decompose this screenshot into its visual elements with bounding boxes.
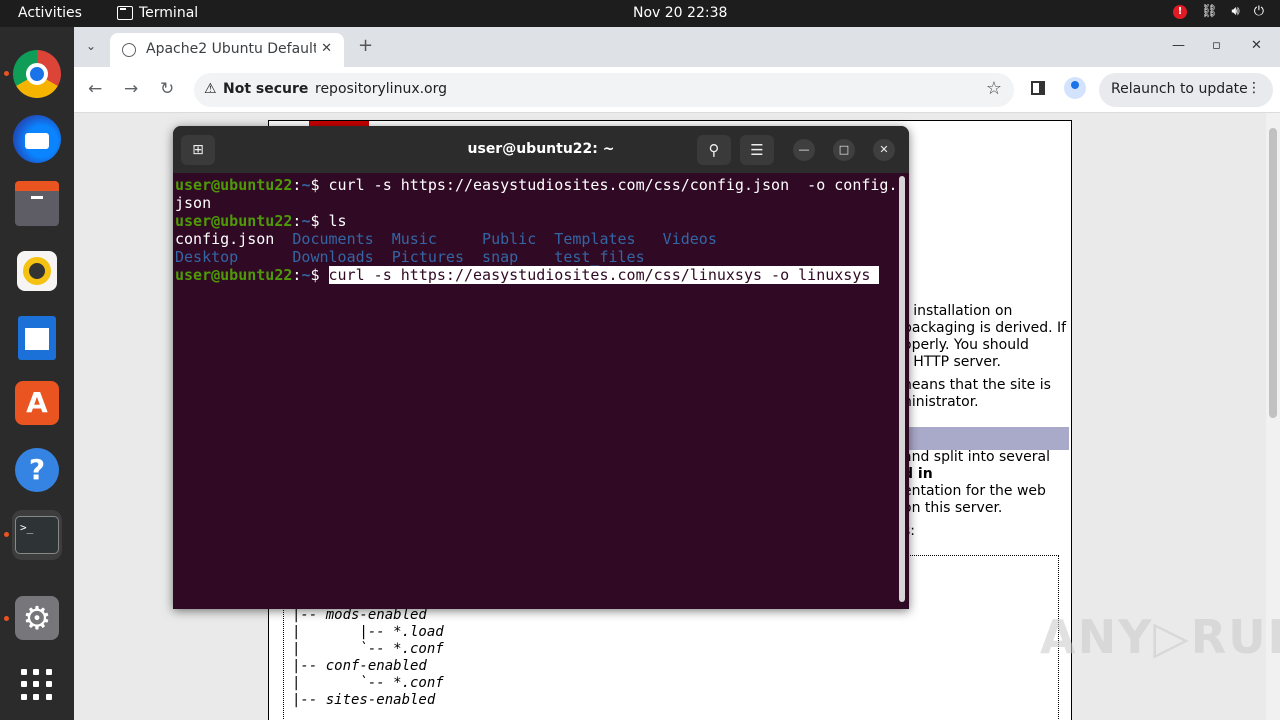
section-header-band [903,427,1069,450]
terminal-app-icon [117,6,133,20]
relaunch-label: Relaunch to update [1111,81,1248,97]
tab-apache-default[interactable]: Apache2 Ubuntu Default Page: It works ✕ [110,33,344,67]
reload-icon[interactable]: ↻ [160,79,174,99]
app-grid-icon [21,669,53,701]
address-bar[interactable]: ⚠ Not secure repositorylinux.org ☆ [194,73,1014,107]
terminal-output[interactable]: user@ubuntu22:~$ curl -s https://easystu… [175,176,901,284]
top-bar: Activities Terminal Nov 20 22:38 ! ⛓ 🔊︎ … [0,0,1280,27]
terminal-line: user@ubuntu22:~$ curl -s https://easystu… [175,176,898,194]
files-icon [15,181,59,226]
maximize-icon[interactable]: ▫ [1212,38,1221,53]
dock-software-store[interactable]: A [12,378,62,428]
terminal-line: json [175,194,212,212]
forward-icon[interactable]: → [124,79,138,99]
chrome-icon [13,50,61,98]
terminal-line: user@ubuntu22:~$ ls [175,212,347,230]
anyrun-watermark: ANY▷RUN [1040,610,1280,664]
selected-command: curl -s https://easystudiosites.com/css/… [328,266,880,284]
thunderbird-icon [13,115,61,163]
power-icon[interactable]: ⏻ [1254,4,1264,19]
side-panel-icon[interactable] [1031,81,1045,95]
app-menu[interactable]: Terminal [117,5,198,21]
terminal-header[interactable]: ⊞ user@ubuntu22: ~ ⚲ ☰ — □ ✕ [173,126,909,173]
volume-icon[interactable]: 🔊︎ [1232,4,1240,19]
globe-icon [122,43,136,57]
terminal-line: config.json Documents Music Public Templ… [175,230,717,248]
bookmark-star-icon[interactable]: ☆ [986,78,1002,99]
profile-avatar-icon[interactable] [1064,77,1086,99]
browser-toolbar: ← → ↻ ⚠ Not secure repositorylinux.org ☆… [74,67,1280,113]
page-paragraph: r installation on packaging is derived. … [903,303,1067,370]
security-label[interactable]: Not secure [223,81,308,97]
terminal-scrollbar[interactable] [899,176,905,602]
minimize-icon[interactable]: — [793,139,815,161]
rhythmbox-icon [17,251,57,291]
running-indicator [4,71,9,76]
dock-settings[interactable]: ⚙ [12,593,62,643]
new-tab-button[interactable]: + [358,35,373,56]
dock-rhythmbox[interactable] [12,246,62,296]
tab-search-chevron-icon[interactable]: ⌄ [86,39,96,53]
clock[interactable]: Nov 20 22:38 [633,5,727,21]
dock-writer[interactable] [12,313,62,363]
system-tray[interactable]: ! ⛓ 🔊︎ ⏻ [1172,4,1264,19]
page-paragraph: neans that the site is ninistrator. [903,377,1051,410]
dock-thunderbird[interactable] [12,114,62,164]
more-menu-icon[interactable]: ⋮ [1247,80,1261,96]
dock-terminal[interactable]: >_ [12,510,62,560]
app-menu-label: Terminal [139,5,199,21]
scrollbar-thumb[interactable] [1269,128,1277,418]
activities-button[interactable]: Activities [18,5,82,21]
hamburger-menu-icon[interactable]: ☰ [740,135,774,165]
software-store-icon: A [15,381,59,425]
maximize-icon[interactable]: □ [833,139,855,161]
alert-icon[interactable]: ! [1172,4,1187,19]
dock-files[interactable] [12,181,62,231]
terminal-icon: >_ [15,516,59,554]
back-icon[interactable]: ← [88,79,102,99]
search-icon[interactable]: ⚲ [697,135,731,165]
dock-help[interactable]: ? [12,445,62,495]
writer-icon [18,316,56,360]
network-icon[interactable]: ⛓ [1201,4,1218,19]
relaunch-button[interactable]: Relaunch to update ⋮ [1099,73,1273,107]
close-icon[interactable]: ✕ [1251,38,1262,53]
tab-title: Apache2 Ubuntu Default Page: It works [146,41,316,57]
terminal-line: user@ubuntu22:~$ curl -s https://easystu… [175,266,880,284]
terminal-window[interactable]: ⊞ user@ubuntu22: ~ ⚲ ☰ — □ ✕ user@ubuntu… [173,126,909,609]
minimize-icon[interactable]: — [1172,38,1185,53]
dock-chrome[interactable] [12,49,62,99]
settings-icon: ⚙ [15,596,59,640]
tab-close-icon[interactable]: ✕ [321,41,332,56]
page-paragraph: and split into several [903,449,1050,465]
page-paragraph: entation for the web on this server. [903,483,1046,516]
url-text[interactable]: repositorylinux.org [315,81,447,97]
tab-strip: ⌄ Apache2 Ubuntu Default Page: It works … [74,27,1280,67]
dock-show-applications[interactable] [12,660,62,710]
running-indicator [4,532,9,537]
warning-icon[interactable]: ⚠ [204,81,217,97]
dock: A ? >_ ⚙ [0,27,74,720]
terminal-line: Desktop Downloads Pictures snap test_fil… [175,248,645,266]
close-icon[interactable]: ✕ [873,139,895,161]
help-icon: ? [15,448,59,492]
running-indicator [4,616,9,621]
